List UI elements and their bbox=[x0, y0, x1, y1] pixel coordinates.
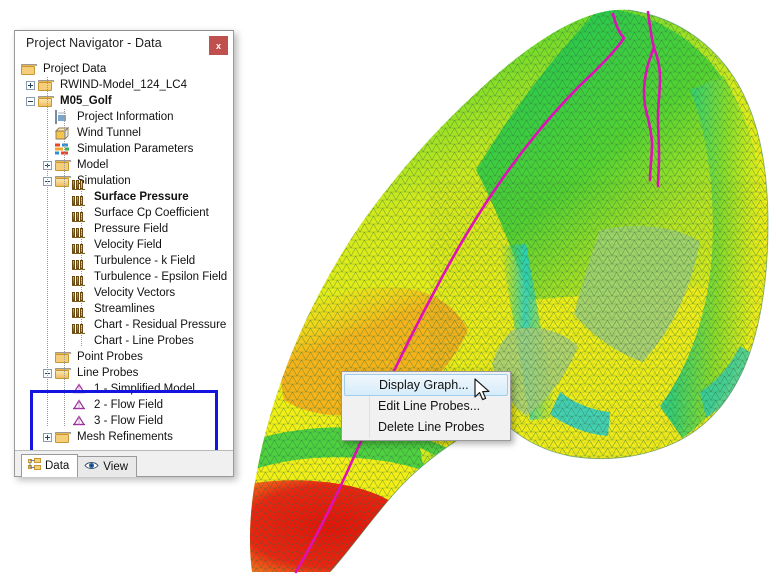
tree-label-turbulence-k-field: Turbulence - k Field bbox=[94, 255, 196, 267]
car-body-mesh bbox=[250, 9, 768, 573]
panel-title-bar: Project Navigator - Data x bbox=[15, 31, 233, 57]
tree-label-chart-line-probes: Chart - Line Probes bbox=[94, 335, 194, 347]
tree-icon-line-probes bbox=[55, 367, 71, 379]
tab-data-label: Data bbox=[45, 460, 70, 472]
menu-item-edit-line-probes[interactable]: Edit Line Probes... bbox=[344, 396, 508, 417]
tree-guide-line bbox=[64, 109, 65, 427]
data-tree-icon bbox=[28, 458, 41, 474]
tree-label-line-probe-3: 3 - Flow Field bbox=[94, 415, 164, 427]
tree-label-point-probes: Point Probes bbox=[77, 351, 143, 363]
tree-label-project-information: Project Information bbox=[77, 111, 174, 123]
tree-icon-project-data bbox=[21, 63, 37, 75]
tree-label-line-probes: Line Probes bbox=[77, 367, 139, 379]
tree-label-turbulence-epsilon: Turbulence - Epsilon Field bbox=[94, 271, 228, 283]
tree-label-simulation: Simulation bbox=[77, 175, 131, 187]
tree-label-project-data: Project Data bbox=[43, 63, 107, 75]
panel-title: Project Navigator - Data bbox=[26, 36, 162, 50]
tab-view-label: View bbox=[103, 461, 129, 473]
tree-expander-mesh-refinements[interactable] bbox=[43, 433, 52, 442]
tree-icon-m05-golf bbox=[38, 95, 54, 107]
tree-icon-rwind-model bbox=[38, 79, 54, 91]
tree-label-velocity-field: Velocity Field bbox=[94, 239, 162, 251]
tree-label-line-probe-2: 2 - Flow Field bbox=[94, 399, 164, 411]
tree-item-mesh-refinements[interactable]: Mesh Refinements bbox=[15, 429, 233, 445]
tree-label-model: Model bbox=[77, 159, 109, 171]
tab-view[interactable]: View bbox=[77, 456, 138, 477]
tree-icon-model bbox=[55, 159, 71, 171]
tree-label-streamlines: Streamlines bbox=[94, 303, 155, 315]
menu-item-delete-line-probes[interactable]: Delete Line Probes bbox=[344, 417, 508, 438]
tree-label-m05-golf: M05_Golf bbox=[60, 95, 112, 107]
tree-guide-line bbox=[47, 77, 48, 427]
tree-label-pressure-field: Pressure Field bbox=[94, 223, 169, 235]
tree-icon-mesh-refinements bbox=[55, 431, 71, 443]
app-root: Project Navigator - Data x Project Data R… bbox=[0, 0, 776, 576]
tab-data[interactable]: Data bbox=[21, 454, 79, 477]
tree-label-surface-pressure: Surface Pressure bbox=[94, 191, 189, 203]
tree-icon-project-information bbox=[55, 110, 69, 124]
tree-guide-line bbox=[81, 189, 82, 347]
tree-expander-m05-golf[interactable] bbox=[26, 97, 35, 106]
tree-icon-chart-line-probes bbox=[72, 324, 86, 347]
document-icon bbox=[55, 110, 57, 124]
tree-label-chart-residual-pressure: Chart - Residual Pressure bbox=[94, 319, 227, 331]
eye-icon bbox=[84, 460, 99, 474]
close-icon[interactable]: x bbox=[209, 36, 228, 55]
tree-label-mesh-refinements: Mesh Refinements bbox=[77, 431, 173, 443]
tree-icon-line-probe-3 bbox=[72, 415, 86, 427]
tree-item-project-data[interactable]: Project Data bbox=[15, 61, 233, 77]
project-tree[interactable]: Project Data RWIND-Model_124_LC4 M05_Golf P… bbox=[15, 57, 233, 450]
tree-label-wind-tunnel: Wind Tunnel bbox=[77, 127, 141, 139]
tree-label-line-probe-1: 1 - Simplified Model bbox=[94, 383, 195, 395]
menu-item-display-graph[interactable]: Display Graph... bbox=[344, 374, 508, 396]
tree-expander-rwind-model[interactable] bbox=[26, 81, 35, 90]
project-navigator-panel[interactable]: Project Navigator - Data x Project Data R… bbox=[14, 30, 234, 477]
tree-icon-simulation bbox=[55, 175, 71, 187]
tree-icon-line-probe-2 bbox=[72, 399, 86, 411]
tree-label-surface-cp-coefficient: Surface Cp Coefficient bbox=[94, 207, 209, 219]
tree-label-rwind-model: RWIND-Model_124_LC4 bbox=[60, 79, 187, 91]
tree-label-velocity-vectors: Velocity Vectors bbox=[94, 287, 176, 299]
line-probes-context-menu[interactable]: Display Graph... Edit Line Probes... Del… bbox=[341, 371, 511, 441]
tree-label-simulation-parameters: Simulation Parameters bbox=[77, 143, 194, 155]
tree-icon-simulation-parameters bbox=[55, 143, 69, 155]
tree-icon-wind-tunnel bbox=[54, 126, 70, 141]
tree-icon-point-probes bbox=[55, 351, 71, 363]
panel-tab-strip[interactable]: Data View bbox=[15, 450, 233, 477]
tree-icon-line-probe-1 bbox=[72, 383, 86, 395]
